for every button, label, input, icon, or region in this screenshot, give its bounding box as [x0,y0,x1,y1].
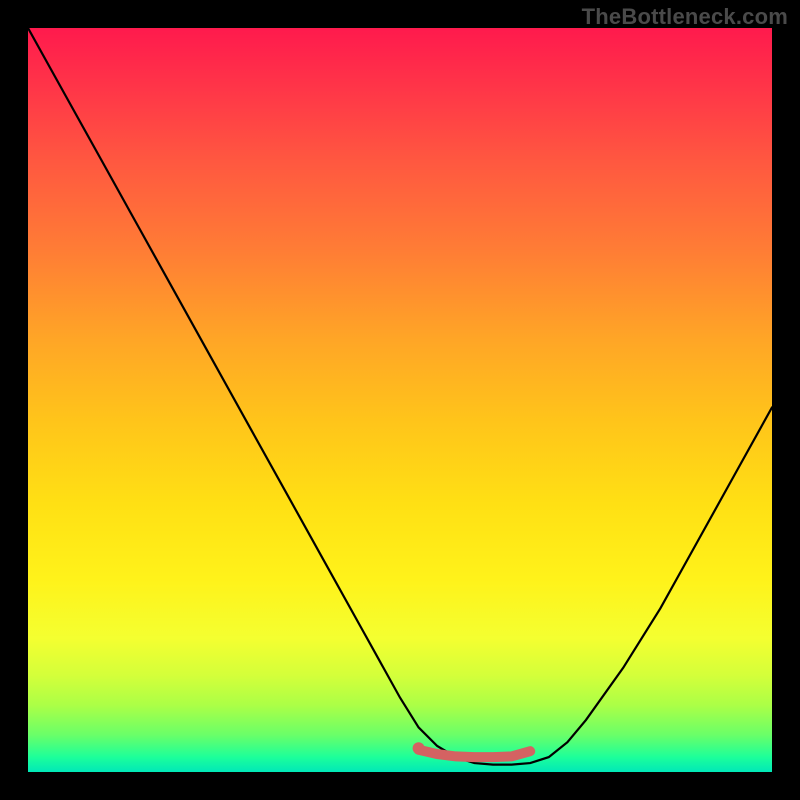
chart-overlay [28,28,772,772]
plot-area [28,28,772,772]
recommended-range [419,750,531,757]
chart-frame: TheBottleneck.com [0,0,800,800]
bottleneck-curve [28,28,772,765]
watermark-text: TheBottleneck.com [582,4,788,30]
highlight-dot [413,742,425,754]
